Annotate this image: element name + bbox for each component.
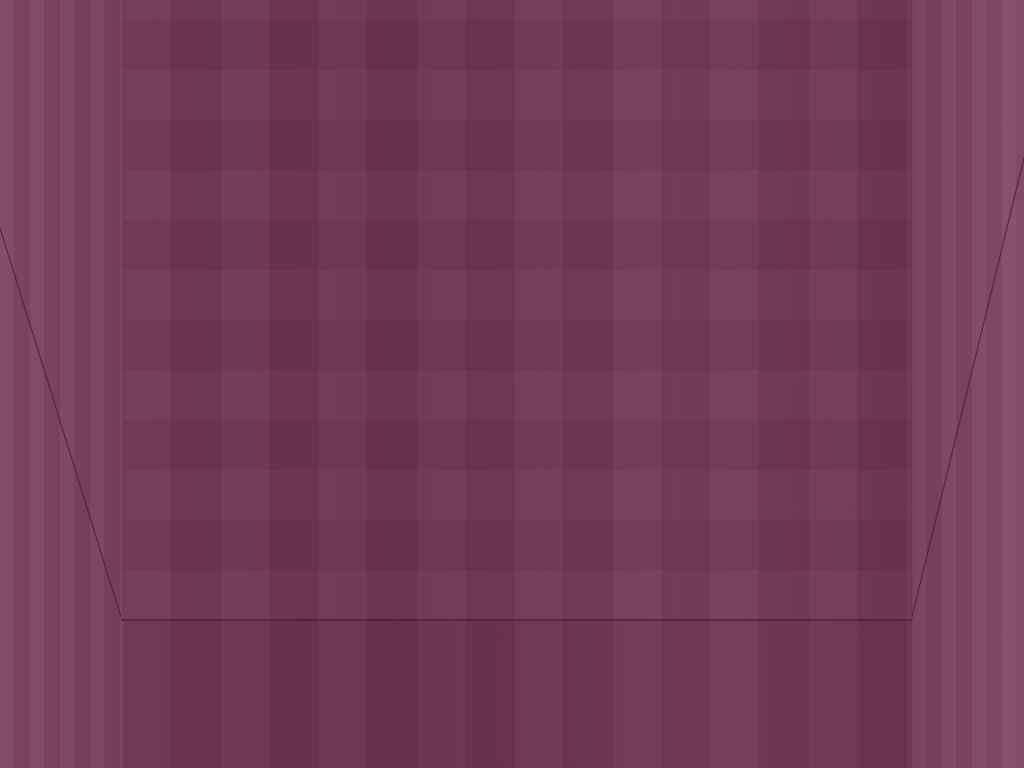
right-wall [912,0,1024,768]
back-wall [123,0,912,620]
game-viewport[interactable] [0,0,1024,768]
floor [123,620,912,768]
left-wall [0,0,123,768]
